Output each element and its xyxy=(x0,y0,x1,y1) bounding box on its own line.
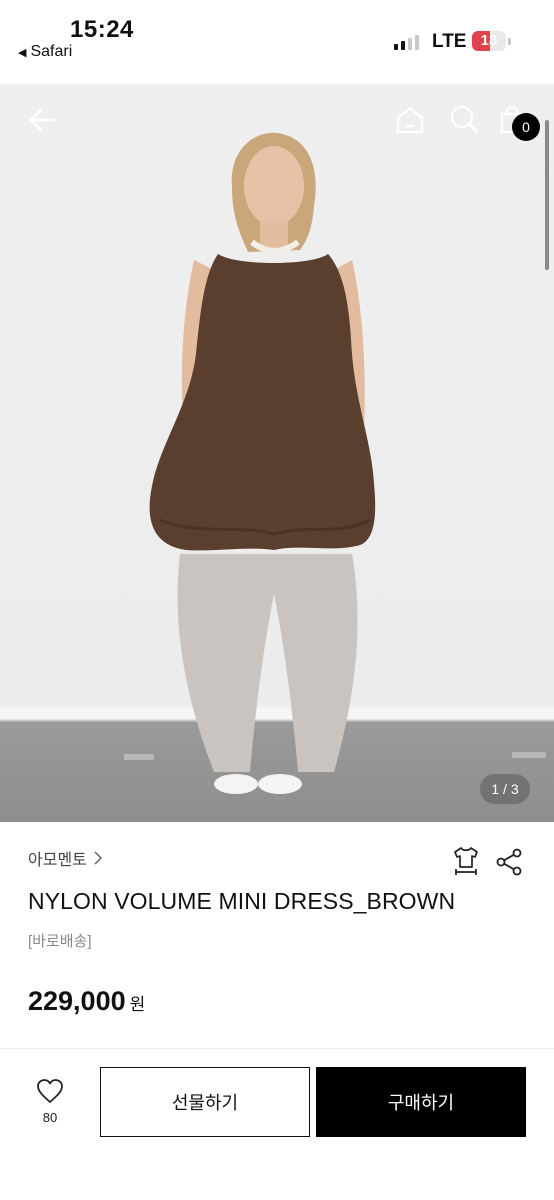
gift-button[interactable]: 선물하기 xyxy=(100,1067,310,1137)
battery-icon: 18 xyxy=(472,31,506,51)
brand-link[interactable]: 아모멘토 xyxy=(28,846,103,870)
size-guide-icon xyxy=(454,847,478,875)
cart-count-badge: 0 xyxy=(512,113,540,141)
back-button[interactable] xyxy=(28,104,60,136)
back-app-label: Safari xyxy=(30,43,73,60)
home-button[interactable] xyxy=(394,104,426,136)
like-button[interactable]: 80 xyxy=(28,1078,72,1132)
share-icon xyxy=(496,848,522,876)
back-triangle-icon: ◀ xyxy=(18,46,27,59)
divider xyxy=(0,1048,554,1049)
product-photo xyxy=(124,132,546,794)
like-count: 80 xyxy=(42,1110,58,1125)
buy-button[interactable]: 구매하기 xyxy=(316,1067,526,1137)
image-page-counter: 1 / 3 xyxy=(480,774,530,804)
signal-icon xyxy=(394,34,419,50)
status-time: 15:24 xyxy=(70,16,134,43)
product-price: 229,000 원 xyxy=(28,986,145,1017)
price-currency: 원 xyxy=(129,995,146,1014)
product-title: NYLON VOLUME MINI DRESS_BROWN xyxy=(28,888,456,914)
battery-tip xyxy=(508,38,511,45)
share-button[interactable] xyxy=(496,848,522,876)
network-label: LTE xyxy=(432,31,467,52)
product-image-gallery[interactable]: 0 1 / 3 xyxy=(0,84,554,822)
home-icon xyxy=(396,106,424,134)
heart-icon xyxy=(37,1079,63,1103)
search-button[interactable] xyxy=(449,104,479,134)
scroll-indicator[interactable] xyxy=(545,120,549,270)
delivery-tag: [바로배송] xyxy=(28,933,92,950)
status-bar: 15:24 ◀ Safari LTE 18 xyxy=(0,0,554,84)
size-guide-button[interactable] xyxy=(452,846,480,876)
price-value: 229,000 xyxy=(28,986,126,1016)
search-icon xyxy=(450,105,479,134)
chevron-right-icon xyxy=(94,851,102,865)
battery-level: 18 xyxy=(480,32,498,49)
brand-name: 아모멘토 xyxy=(28,852,87,869)
arrow-left-icon xyxy=(29,108,56,132)
back-to-app-link[interactable]: ◀ Safari xyxy=(18,43,72,61)
